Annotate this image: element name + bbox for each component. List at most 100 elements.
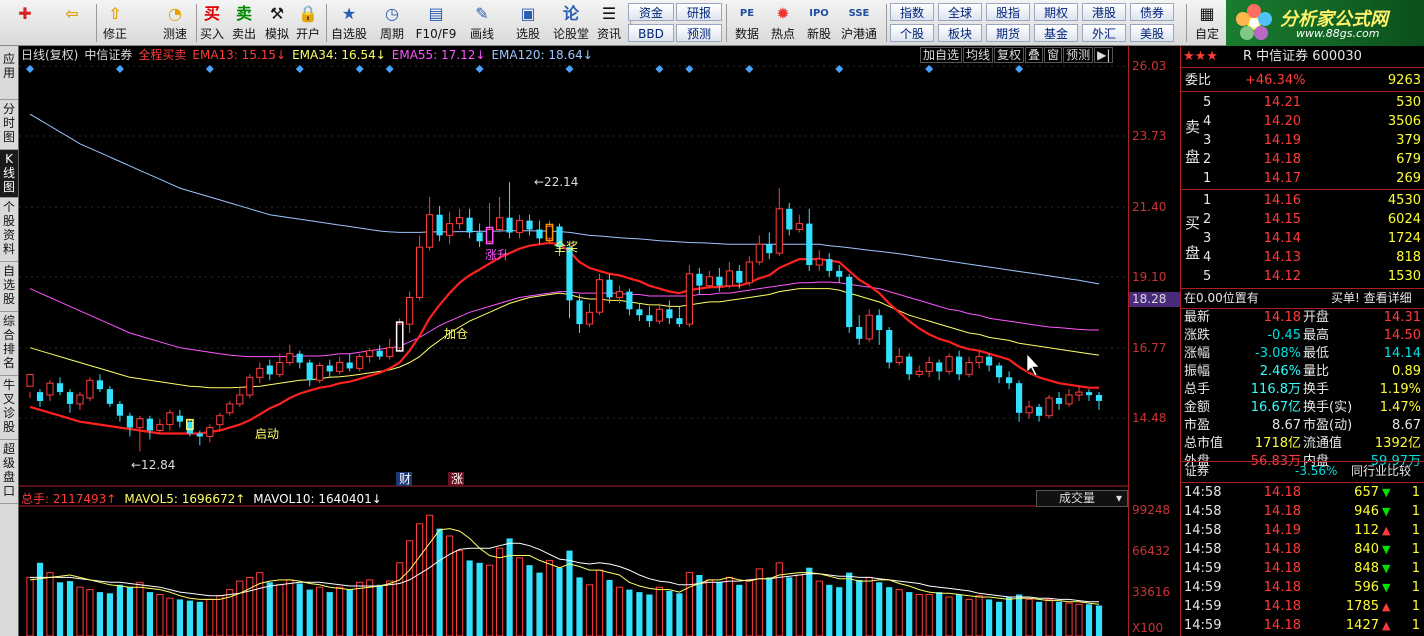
stat-label: 涨跌 [1184, 328, 1211, 343]
tick-price: 14.18 [1263, 542, 1301, 557]
kline-chart-svg[interactable]: ←22.14 ←12.84 启动 加仓 涨升 全奖财 涨 [19, 46, 1128, 636]
lock-button[interactable]: 🔒 开户 [294, 2, 322, 44]
volume-legend: 总手: 2117493↑ MAVOL5: 1696672↑ MAVOL10: 164… [21, 491, 390, 507]
candle-body [66, 392, 74, 404]
chart-tool-button[interactable]: 叠 [1025, 47, 1044, 63]
stat-label: 振幅 [1184, 364, 1211, 379]
candle-body [1045, 397, 1053, 417]
star-folder-icon: ★ [341, 4, 357, 23]
toolbar-link-top_col5-1[interactable]: 期货 [986, 24, 1030, 42]
candle-body [316, 365, 324, 381]
tick-count: 1 [1411, 523, 1420, 538]
vtab-4[interactable]: 自选股 [0, 262, 18, 312]
price-axis-label: 16.77 [1132, 341, 1167, 355]
toolbar-link-top_col6-0[interactable]: 期权 [1034, 3, 1078, 21]
toolbar-link-top_col3-1[interactable]: 个股 [890, 24, 934, 42]
bid-volume: 4530 [1387, 193, 1421, 208]
candle-body [666, 309, 673, 319]
sector-name: 证券 [1185, 464, 1210, 478]
tick-row: 14:59 14.18 1427 1 ▲ [1181, 616, 1424, 635]
candle-body [206, 427, 214, 438]
toolbar-link-top_col2-1[interactable]: 预测 [676, 24, 722, 42]
toolbar-link-top_col3-0[interactable]: 指数 [890, 3, 934, 21]
hammer-button[interactable]: ⚒ 模拟 [262, 2, 292, 44]
toolbar-separator [96, 4, 97, 42]
candle-body [1075, 391, 1083, 396]
industry-compare-button[interactable]: 同行业比较 [1351, 462, 1411, 481]
toolbar-link-top_col1-0[interactable]: 资金 [628, 3, 674, 21]
toolbar-link-top_col8-0[interactable]: 债券 [1130, 3, 1174, 21]
position-row: 在0.00位置有 买单! 查看详细 [1181, 289, 1424, 308]
site-logo: 分析家公式网 www.88gs.com [1226, 0, 1424, 46]
doc-button[interactable]: ☰ 资讯 [594, 2, 624, 44]
ipo-button[interactable]: IPO 新股 [804, 2, 834, 44]
toolbar-link-top_col6-1[interactable]: 基金 [1034, 24, 1078, 42]
volume-bar [965, 598, 973, 636]
stopwatch-button[interactable]: ◔ 测速 [160, 2, 190, 44]
pen-button[interactable]: ✎ 画线 [464, 2, 500, 44]
chart-tool-button[interactable]: 均线 [963, 47, 994, 63]
custom-button[interactable]: ▦ 自定 [1192, 2, 1222, 44]
tick-count: 1 [1411, 580, 1420, 595]
up-button[interactable]: ⇧ 修正 [100, 2, 130, 44]
buy-button[interactable]: 买买入 [198, 2, 226, 44]
fire-icon: ✹ [776, 4, 790, 23]
candle-body [506, 217, 513, 233]
lun-button[interactable]: 论论股堂 [552, 2, 590, 44]
vtab-0[interactable]: 应用 [0, 50, 18, 100]
monitor-button[interactable]: ▣ 选股 [510, 2, 546, 44]
candle-body [856, 327, 863, 339]
candle-body [216, 415, 224, 426]
toolbar-button-label: 热点 [770, 27, 795, 41]
chart-tool-button[interactable]: ▶| [1094, 47, 1114, 63]
toolbar-link-top_col4-1[interactable]: 板块 [938, 24, 982, 42]
clock-button[interactable]: ◷ 周期 [374, 2, 410, 44]
fire-button[interactable]: ✹ 热点 [768, 2, 798, 44]
vtab-3[interactable]: 个股资料 [0, 198, 18, 262]
window-button[interactable]: ▤ F10/F9 [414, 2, 458, 44]
stat-label: 换手(实) [1303, 400, 1353, 415]
chart-tool-button[interactable]: 加自选 [920, 47, 963, 63]
volume-bar [66, 581, 74, 636]
hk-connect-button[interactable]: SSE 沪港通 [838, 2, 880, 44]
volume-bar [906, 592, 913, 636]
stat-value: 1.47% [1379, 400, 1421, 415]
legend-item: EMA120: 18.64↓ [491, 48, 593, 62]
vtab-6[interactable]: 牛叉诊股 [0, 376, 18, 440]
weibi-value: 9263 [1387, 73, 1421, 88]
toolbar-link-top_col8-1[interactable]: 美股 [1130, 24, 1174, 42]
toolbar-link-top_col4-0[interactable]: 全球 [938, 3, 982, 21]
chart-tool-button[interactable]: 复权 [994, 47, 1025, 63]
kline-chart-area[interactable]: ←22.14 ←12.84 启动 加仓 涨升 全奖财 涨 日线(复权) 中信证券 全程买卖 EMA… [19, 46, 1128, 636]
volume-bar [856, 579, 863, 636]
volume-indicator-select[interactable]: 成交量 ▾ [1036, 490, 1128, 507]
tick-count: 1 [1411, 542, 1420, 557]
toolbar-link-top_col7-0[interactable]: 港股 [1082, 3, 1126, 21]
toolbar-link-top_col2-0[interactable]: 研报 [676, 3, 722, 21]
logo-url: www.88gs.com [1296, 27, 1380, 40]
back-arrow-button[interactable]: ⇦ [54, 2, 90, 44]
chart-tool-button[interactable]: 窗 [1044, 47, 1063, 63]
toolbar-link-top_col5-0[interactable]: 股指 [986, 3, 1030, 21]
chart-tool-button[interactable]: 预测 [1063, 47, 1094, 63]
volume-bar [566, 550, 573, 636]
sell-button[interactable]: 卖卖出 [230, 2, 258, 44]
star-folder-button[interactable]: ★ 自选股 [330, 2, 368, 44]
vtab-7[interactable]: 超级盘口 [0, 440, 18, 504]
candle-body [26, 373, 34, 387]
panel-divider [1181, 189, 1424, 190]
vtab-1[interactable]: 分时图 [0, 100, 18, 150]
toolbar-link-top_col1-1[interactable]: BBD [628, 24, 674, 42]
monitor-icon: ▣ [520, 4, 536, 23]
toolbar-link-top_col7-1[interactable]: 外汇 [1082, 24, 1126, 42]
volume-bar [615, 586, 624, 636]
plus-button[interactable]: ✚ [6, 2, 44, 44]
bid-row: 3 14.14 1724 [1181, 229, 1424, 248]
candle-body [826, 259, 833, 271]
vtab-2[interactable]: K线图 [0, 150, 18, 198]
ask-row: 1 14.17 269 [1181, 169, 1424, 188]
view-detail-link[interactable]: 买单! 查看详细 [1331, 289, 1412, 308]
vtab-5[interactable]: 综合排名 [0, 312, 18, 376]
sector-row: 证券 -3.56% 同行业比较 [1181, 462, 1424, 481]
pe-button[interactable]: PE 数据 [732, 2, 762, 44]
